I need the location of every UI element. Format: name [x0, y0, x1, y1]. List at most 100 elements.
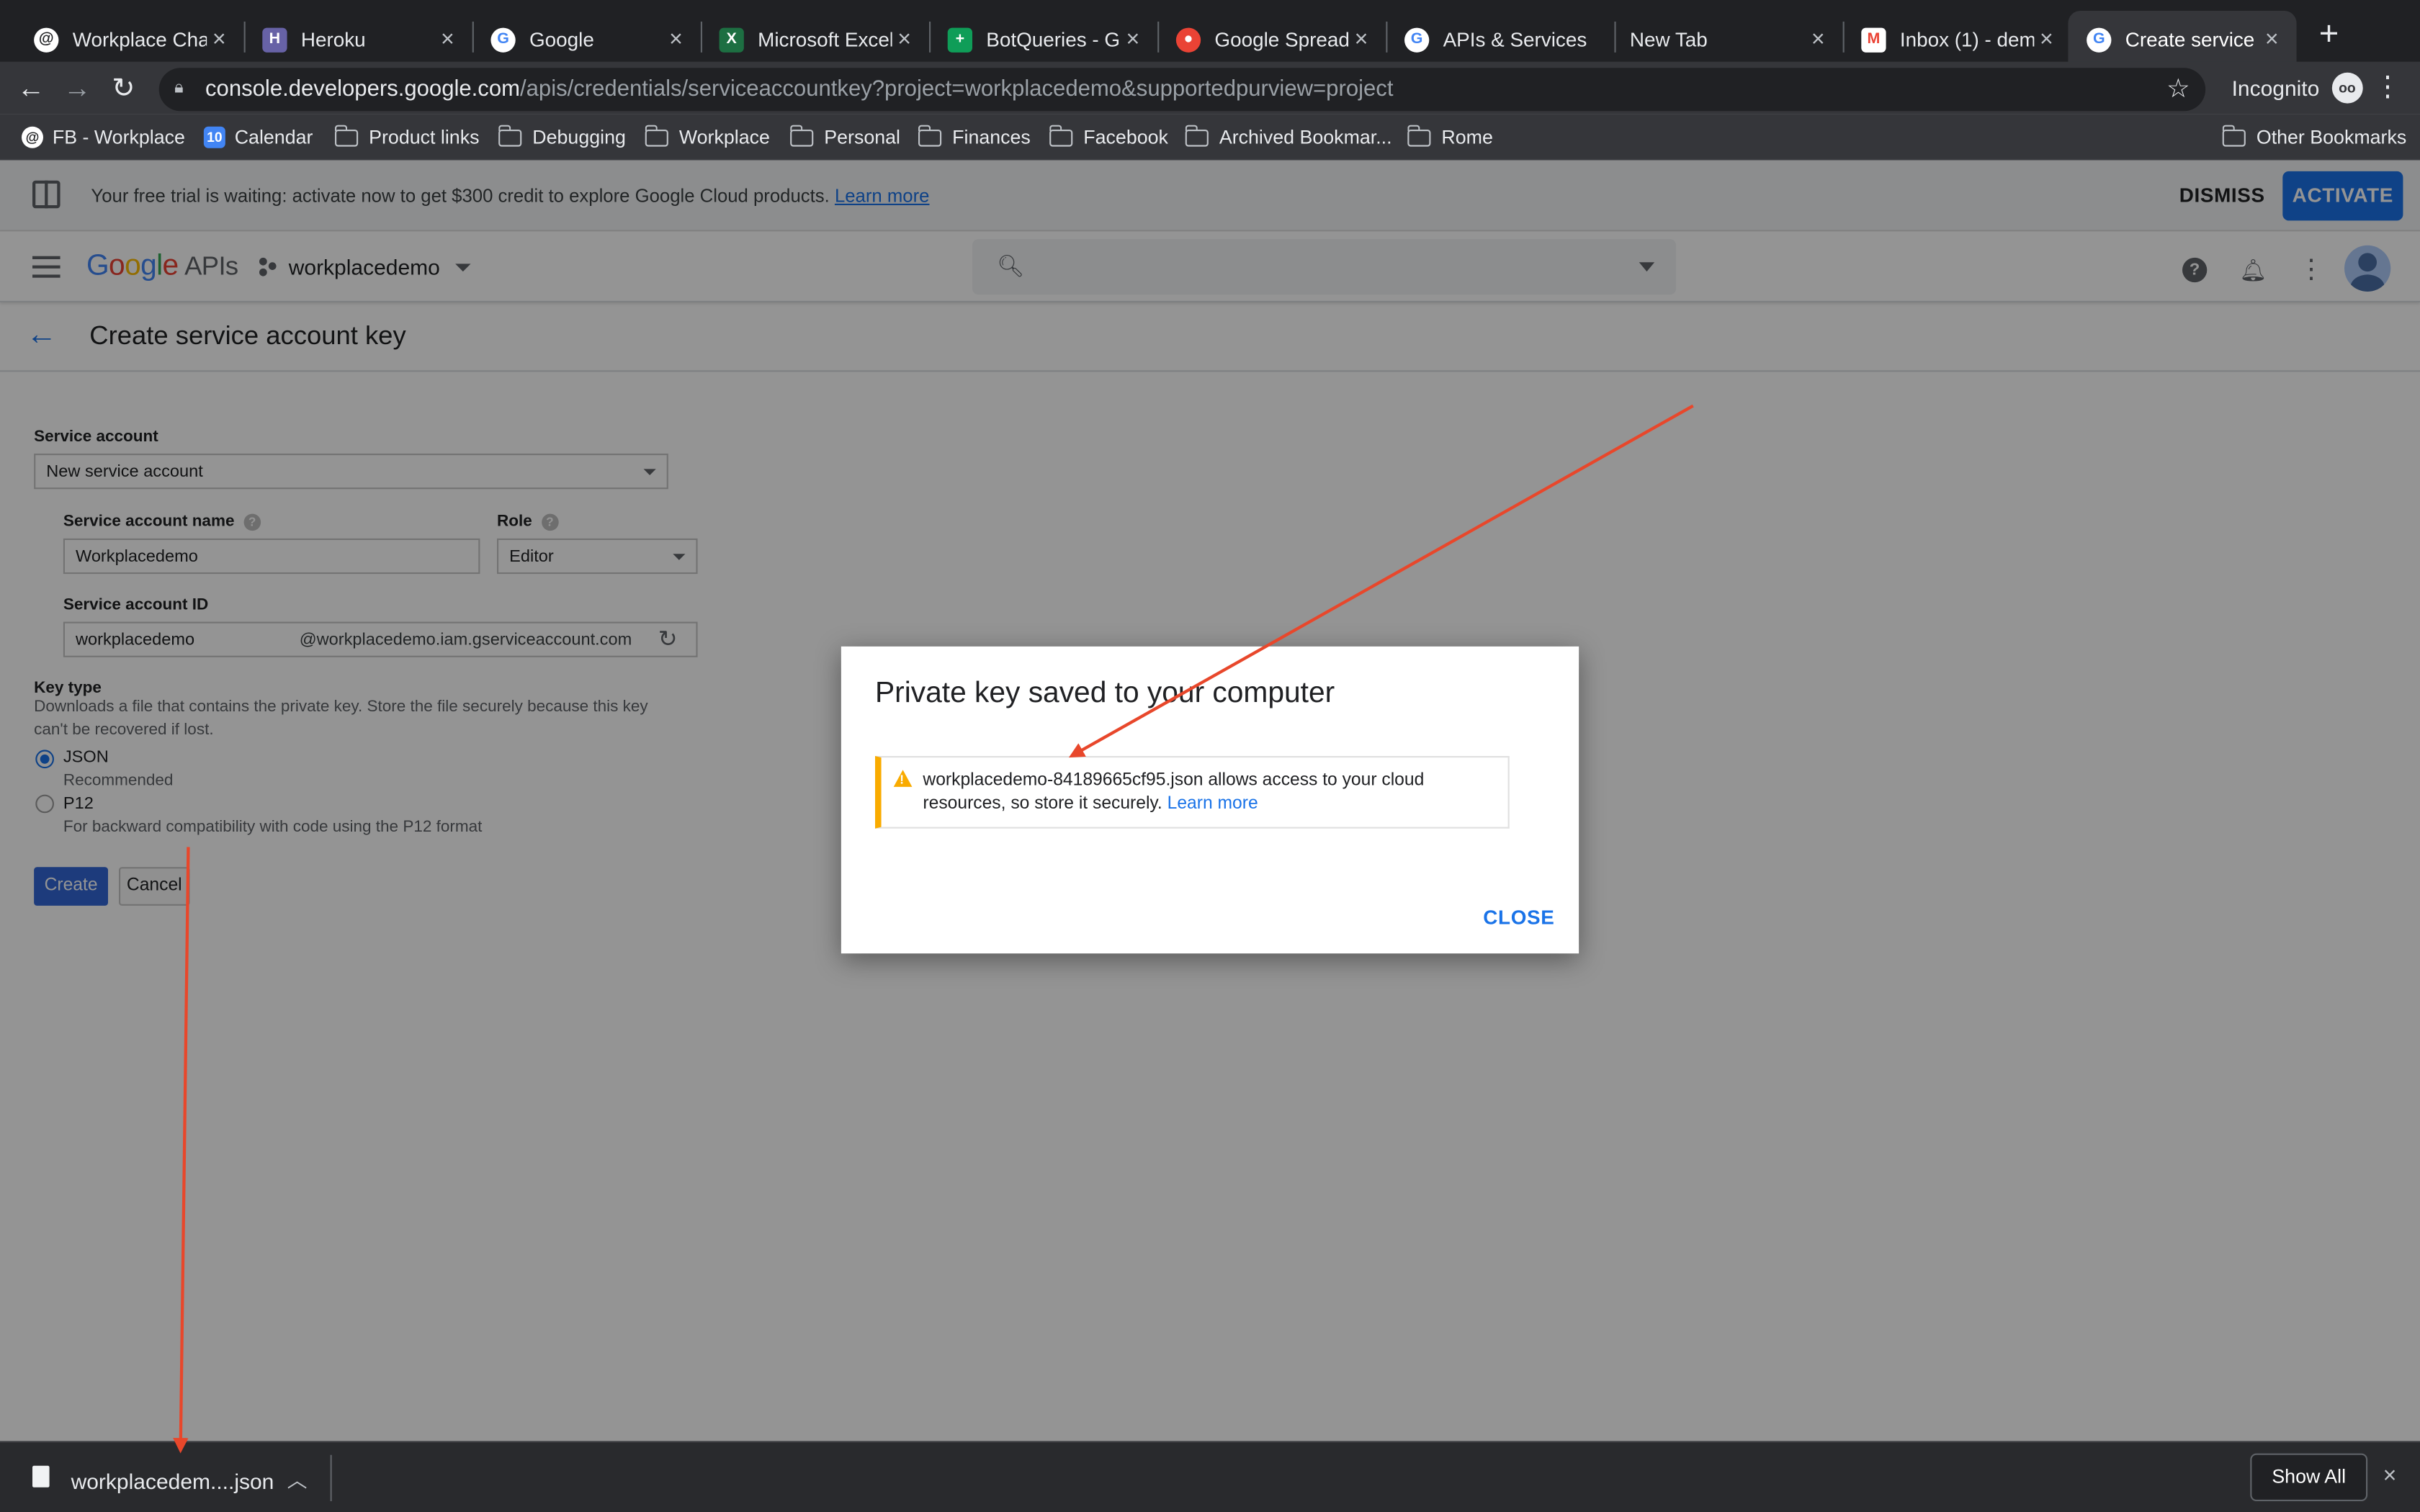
close-icon[interactable]: × [2259, 26, 2284, 52]
show-all-button[interactable]: Show All [2250, 1453, 2368, 1501]
bookmark-label: Calendar [234, 126, 313, 148]
file-icon [32, 1465, 50, 1488]
private-key-dialog: Private key saved to your computer ! wor… [841, 646, 1579, 954]
address-bar[interactable]: 🔒︎ console.developers.google.com/apis/cr… [158, 68, 2206, 112]
calendar-icon: 10 [203, 126, 225, 148]
sheets-icon: + [947, 27, 972, 52]
bookmark-folder-personal[interactable]: Personal [789, 120, 901, 154]
workplace-icon: @ [34, 27, 59, 52]
workplace-icon: @ [22, 126, 43, 148]
page-content: Your free trial is waiting: activate now… [0, 160, 2420, 1441]
tab-botqueries[interactable]: + BotQueries - Go × [929, 11, 1157, 68]
google-icon: G [490, 27, 516, 52]
folder-icon [1407, 124, 1431, 146]
bookmarks-bar: @ FB - Workplace 10 Calendar Product lin… [0, 114, 2420, 161]
warning-icon: ! [893, 770, 913, 787]
dialog-title: Private key saved to your computer [875, 677, 1335, 710]
bookmark-label: Facebook [1083, 126, 1168, 148]
url-text: console.developers.google.com/apis/crede… [205, 77, 1393, 102]
bookmark-label: Other Bookmarks [2256, 126, 2407, 148]
chevron-up-icon[interactable]: ︿ [287, 1464, 308, 1494]
bookmark-label: Workplace [678, 126, 770, 148]
lock-icon: 🔒︎ [174, 78, 184, 97]
bookmark-calendar[interactable]: 10 Calendar [203, 120, 313, 154]
tab-title: Workplace Chat [72, 27, 207, 51]
incognito-label: Incognito [2231, 76, 2320, 101]
incognito-indicator[interactable]: Incognito oo [2231, 72, 2363, 104]
close-icon[interactable]: × [1806, 26, 1830, 52]
tab-heroku[interactable]: H Heroku × [244, 11, 472, 68]
bookmark-folder-debugging[interactable]: Debugging [498, 120, 626, 154]
back-icon[interactable]: ← [12, 69, 49, 106]
folder-icon [498, 124, 522, 146]
folder-icon [789, 124, 814, 146]
screen: @ Workplace Chat × H Heroku × G Google ×… [0, 0, 2420, 1512]
close-button[interactable]: CLOSE [1483, 906, 1554, 929]
bookmark-label: Rome [1441, 126, 1493, 148]
tab-title: Google [529, 27, 594, 51]
tab-excel[interactable]: X Microsoft Excel - × [701, 11, 929, 68]
tab-title: Inbox (1) - demo [1899, 27, 2035, 51]
folder-icon [644, 124, 668, 146]
tab-title: New Tab [1629, 27, 1708, 51]
tab-title: APIs & Services [1443, 27, 1587, 51]
tab-title: Microsoft Excel - [758, 27, 892, 51]
folder-icon [333, 124, 359, 146]
star-icon[interactable]: ☆ [2166, 74, 2190, 105]
bookmark-other-bookmarks[interactable]: Other Bookmarks [2221, 120, 2407, 154]
bookmark-label: Finances [952, 126, 1031, 148]
browser-toolbar: ← → ↻ 🔒︎ console.developers.google.com/a… [0, 61, 2420, 114]
close-icon[interactable]: × [663, 26, 688, 52]
bookmark-label: FB - Workplace [52, 126, 185, 148]
tab-new-tab[interactable]: New Tab × [1614, 11, 1842, 68]
bookmark-folder-finances[interactable]: Finances [917, 120, 1031, 154]
url-host: console.developers.google.com [205, 77, 521, 102]
bookmark-folder-rome[interactable]: Rome [1407, 120, 1493, 154]
bookmark-label: Debugging [532, 126, 626, 148]
new-tab-button[interactable]: + [2311, 14, 2347, 52]
bookmark-folder-workplace[interactable]: Workplace [644, 120, 770, 154]
bookmark-fb-workplace[interactable]: @ FB - Workplace [22, 120, 185, 154]
bookmark-label: Personal [824, 126, 901, 148]
downloads-shelf: workplacedem....json ︿ Show All × [0, 1441, 2420, 1512]
warning-box: ! workplacedemo-84189665cf95.json allows… [875, 756, 1510, 829]
tab-apis-services[interactable]: G APIs & Services [1386, 11, 1614, 68]
close-icon[interactable]: × [2034, 26, 2058, 52]
close-icon[interactable]: × [1349, 26, 1373, 52]
close-icon[interactable]: × [435, 26, 460, 52]
folder-icon [917, 124, 942, 146]
tab-strip: @ Workplace Chat × H Heroku × G Google ×… [0, 0, 2420, 68]
close-icon[interactable]: × [1121, 26, 1145, 52]
url-path: /apis/credentials/serviceaccountkey?proj… [520, 77, 1394, 102]
browser-menu-icon[interactable]: ⋮ [2374, 71, 2402, 104]
google-icon: G [1404, 27, 1430, 52]
folder-icon [1049, 124, 1073, 146]
bookmark-folder-product-links[interactable]: Product links [333, 120, 480, 154]
tab-google-spreadsheet[interactable]: ● Google Spreadsh × [1157, 11, 1386, 68]
forward-icon[interactable]: → [58, 69, 95, 106]
tab-inbox[interactable]: M Inbox (1) - demo × [1843, 11, 2071, 68]
tab-workplace-chat[interactable]: @ Workplace Chat × [15, 11, 243, 68]
bookmark-folder-facebook[interactable]: Facebook [1049, 120, 1168, 154]
shelf-divider [330, 1454, 332, 1501]
tab-title: BotQueries - Go [986, 27, 1121, 51]
close-icon[interactable]: × [892, 26, 917, 52]
folder-icon [2221, 124, 2246, 146]
warning-text: workplacedemo-84189665cf95.json allows a… [923, 770, 1494, 816]
close-icon[interactable]: × [2383, 1462, 2397, 1488]
heroku-icon: H [262, 27, 287, 52]
gmail-icon: M [1861, 27, 1886, 52]
close-icon[interactable]: × [207, 26, 231, 52]
excel-icon: X [719, 27, 744, 52]
reload-icon[interactable]: ↻ [105, 69, 142, 106]
app-icon: ● [1175, 27, 1201, 52]
bookmark-label: Product links [369, 126, 480, 148]
tab-google[interactable]: G Google × [472, 11, 701, 68]
google-icon: G [2087, 27, 2112, 52]
download-item[interactable]: workplacedem....json [71, 1469, 274, 1493]
incognito-icon: oo [2331, 72, 2363, 104]
tab-create-service-account[interactable]: G Create service a × [2068, 11, 2297, 68]
dialog-learn-more-link[interactable]: Learn more [1168, 795, 1258, 814]
bookmark-folder-archived[interactable]: Archived Bookmar... [1184, 120, 1392, 154]
tab-title: Create service a [2125, 27, 2260, 51]
